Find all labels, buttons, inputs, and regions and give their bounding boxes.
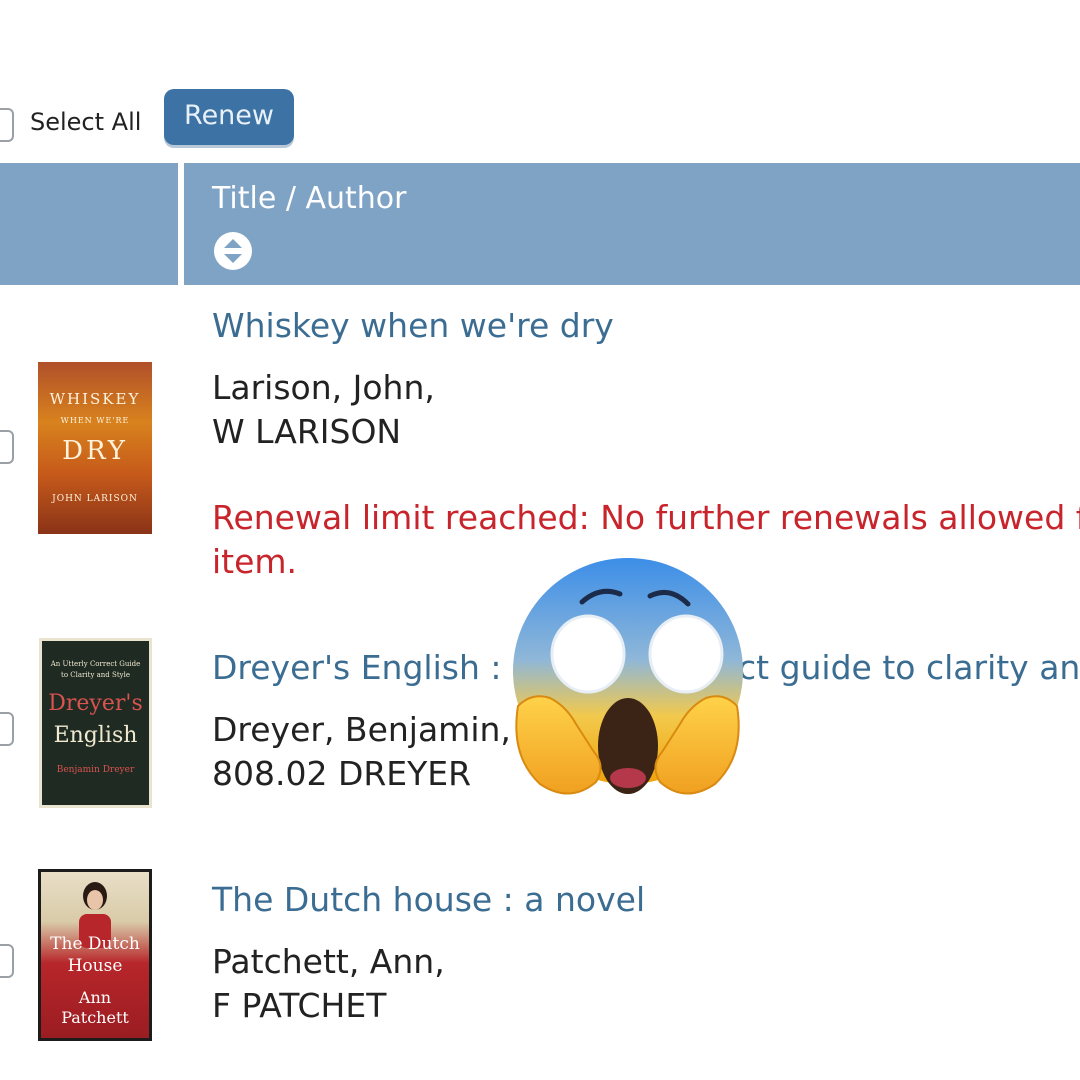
row-checkbox[interactable] xyxy=(0,430,14,464)
row-checkbox[interactable] xyxy=(0,944,14,978)
cover-text: WHEN WE'RE xyxy=(60,416,130,425)
cover-text: WHISKEY xyxy=(49,390,141,408)
cover-text: An Utterly Correct Guide to Clarity and … xyxy=(50,660,141,679)
book-cover-image[interactable]: WHISKEY WHEN WE'RE DRY JOHN LARISON xyxy=(38,362,152,534)
select-all-label: Select All xyxy=(30,108,142,136)
item-author: Patchett, Ann, xyxy=(212,942,445,981)
table-header-title-author[interactable]: Title / Author xyxy=(184,163,1080,285)
book-cover-image[interactable]: The Dutch House Ann Patchett xyxy=(38,869,152,1041)
cover-text: Ann xyxy=(78,988,112,1007)
cover-text: House xyxy=(67,956,123,976)
column-header-label: Title / Author xyxy=(212,181,407,216)
cover-text: English xyxy=(53,723,138,748)
item-call-number: F PATCHET xyxy=(212,986,387,1025)
cover-text: Benjamin Dreyer xyxy=(56,765,135,775)
row-checkbox[interactable] xyxy=(0,712,14,746)
checkouts-page: Select All Renew Title / Author WHISKEY … xyxy=(0,0,1080,1080)
item-call-number: 808.02 DREYER xyxy=(212,754,472,793)
item-title-link[interactable]: The Dutch house : a novel xyxy=(212,880,645,919)
table-header-select-column xyxy=(0,163,178,285)
item-title-link[interactable]: Whiskey when we're dry xyxy=(212,306,614,345)
cover-text: The Dutch xyxy=(50,934,140,954)
cover-text: Dreyer's xyxy=(48,691,143,716)
cover-text: JOHN LARISON xyxy=(52,494,138,504)
cover-text: Patchett xyxy=(61,1008,129,1027)
book-cover-image[interactable]: An Utterly Correct Guide to Clarity and … xyxy=(39,638,152,808)
item-author: Dreyer, Benjamin, xyxy=(212,710,511,749)
item-title-text[interactable]: Dreyer's English : ar xyxy=(212,648,546,687)
cover-text: DRY xyxy=(62,436,128,466)
item-call-number: W LARISON xyxy=(212,412,402,451)
sort-icon[interactable] xyxy=(213,231,253,271)
item-author: Larison, John, xyxy=(212,368,435,407)
select-all-checkbox[interactable] xyxy=(0,108,14,142)
item-title-text[interactable]: ct guide to clarity and xyxy=(738,648,1080,687)
renewal-error-line: Renewal limit reached: No further renewa… xyxy=(212,498,1080,537)
renew-button[interactable]: Renew xyxy=(164,89,294,145)
screaming-face-emoji-icon xyxy=(513,558,743,795)
